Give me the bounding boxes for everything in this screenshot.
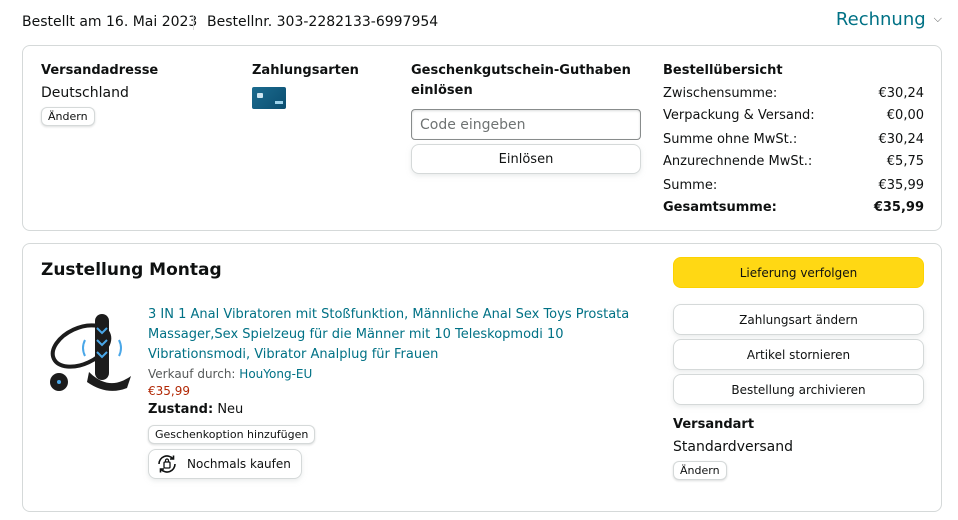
- shipping-address-section: Versandadresse Deutschland Ändern: [41, 61, 158, 126]
- shipment-box: Zustellung Montag 3 IN 1 Anal Vibratoren…: [22, 243, 942, 512]
- cancel-items-button[interactable]: Artikel stornieren: [673, 339, 924, 370]
- product-condition: Zustand: Neu: [148, 402, 244, 417]
- credit-card-icon: [252, 87, 286, 109]
- summary-row: Summe: €35,99: [663, 178, 924, 193]
- change-payment-button[interactable]: Zahlungsart ändern: [673, 304, 924, 335]
- shipping-address-heading: Versandadresse: [41, 63, 159, 78]
- add-gift-option-button[interactable]: Geschenkoption hinzufügen: [148, 425, 316, 444]
- seller-link[interactable]: HouYong-EU: [239, 367, 312, 381]
- order-details-box: Versandadresse Deutschland Ändern Zahlun…: [22, 45, 942, 231]
- order-summary-heading: Bestellübersicht: [663, 63, 783, 78]
- invoice-dropdown[interactable]: Rechnung ⌵: [836, 9, 942, 30]
- change-address-button[interactable]: Ändern: [41, 107, 95, 126]
- summary-row: Zwischensumme: €30,24: [663, 86, 924, 101]
- buy-again-label: Nochmals kaufen: [187, 457, 291, 471]
- invoice-label: Rechnung: [835, 9, 926, 30]
- change-shipping-button[interactable]: Ändern: [673, 461, 727, 480]
- order-header: Bestellt am 16. Mai 2023 Bestellnr. 303-…: [22, 0, 942, 44]
- order-summary: Bestellübersicht Zwischensumme: €30,24 Ve…: [663, 61, 924, 218]
- track-package-button[interactable]: Lieferung verfolgen: [673, 257, 924, 288]
- summary-row: Anzurechnende MwSt.: €5,75: [663, 154, 924, 169]
- shipping-method-value: Standardversand: [673, 439, 793, 455]
- gift-card-heading: Geschenkgutschein-Guthaben einlösen: [411, 63, 631, 98]
- payment-heading: Zahlungsarten: [252, 63, 359, 78]
- archive-order-button[interactable]: Bestellung archivieren: [673, 374, 924, 405]
- payment-section: Zahlungsarten: [252, 61, 359, 109]
- shipping-address-country: Deutschland: [41, 85, 129, 101]
- chevron-down-icon: ⌵: [933, 12, 942, 25]
- redeem-button[interactable]: Einlösen: [411, 144, 641, 174]
- product-image[interactable]: [45, 302, 133, 398]
- summary-total-row: Gesamtsumme: €35,99: [663, 200, 924, 215]
- product-title-link[interactable]: 3 IN 1 Anal Vibratoren mit Stoßfunktion,…: [148, 305, 638, 365]
- gift-card-section: Geschenkgutschein-Guthaben einlösen Einl…: [411, 61, 641, 174]
- shipment-actions: Lieferung verfolgen Zahlungsart ändern A…: [673, 257, 924, 480]
- seller-info: Verkauf durch: HouYong-EU: [148, 367, 313, 381]
- header-divider: [193, 15, 194, 30]
- shipping-method-heading: Versandart: [673, 417, 755, 432]
- product-price: €35,99: [148, 384, 190, 398]
- gift-code-input[interactable]: [411, 109, 641, 140]
- delivery-title: Zustellung Montag: [41, 260, 222, 280]
- product-info: 3 IN 1 Anal Vibratoren mit Stoßfunktion,…: [148, 305, 638, 480]
- order-number: Bestellnr. 303-2282133-6997954: [207, 14, 439, 30]
- summary-row: Verpackung & Versand: €0,00: [663, 108, 924, 123]
- order-date: Bestellt am 16. Mai 2023: [22, 14, 198, 30]
- rebuy-icon: [158, 455, 176, 473]
- buy-again-button[interactable]: Nochmals kaufen: [148, 449, 302, 479]
- summary-row: Summe ohne MwSt.: €30,24: [663, 132, 924, 147]
